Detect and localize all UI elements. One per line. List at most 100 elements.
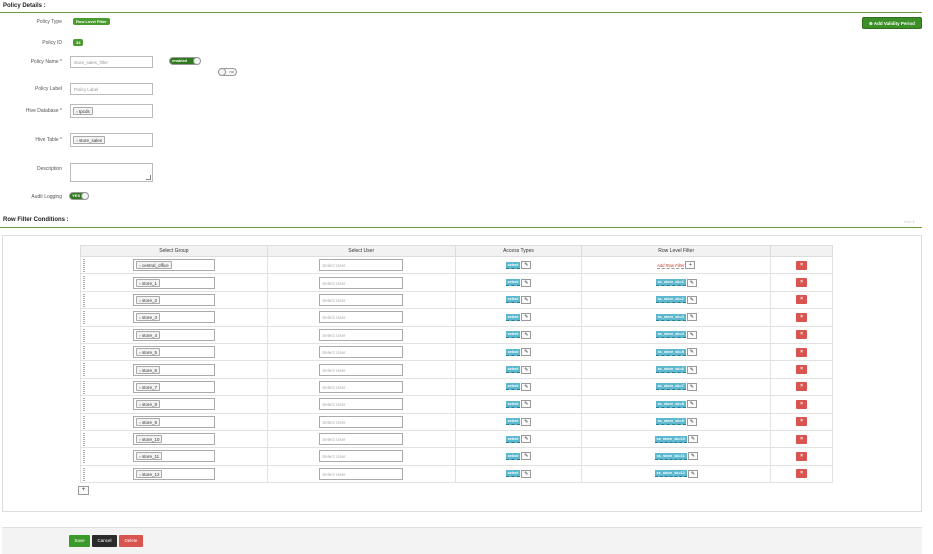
pencil-icon[interactable]: ✎ xyxy=(687,435,698,444)
select-group-input[interactable]: ×store_1 xyxy=(132,276,215,289)
drag-handle-icon[interactable] xyxy=(83,259,85,272)
row-filter-tag[interactable]: ss_store_sk=1 xyxy=(655,279,686,287)
remove-icon[interactable]: × xyxy=(139,473,141,477)
drag-handle-icon[interactable] xyxy=(83,432,85,446)
access-type-tag[interactable]: select xyxy=(505,470,521,478)
remove-icon[interactable]: × xyxy=(139,334,141,338)
delete-row-button[interactable]: × xyxy=(796,347,808,357)
pencil-icon[interactable]: ✎ xyxy=(521,330,532,339)
delete-button[interactable]: Delete xyxy=(119,535,143,547)
access-type-tag[interactable]: select xyxy=(505,452,521,460)
group-chip[interactable]: ×store_10 xyxy=(135,435,163,444)
select-user-input[interactable]: Select User xyxy=(319,398,404,411)
select-user-input[interactable]: Select User xyxy=(319,467,404,480)
pencil-icon[interactable]: ✎ xyxy=(521,261,532,270)
drag-handle-icon[interactable] xyxy=(83,363,85,377)
drag-handle-icon[interactable] xyxy=(83,380,85,394)
hide-link[interactable]: hide ▾ xyxy=(904,219,915,224)
access-type-tag[interactable]: select xyxy=(505,279,521,287)
add-row-button[interactable]: + xyxy=(78,486,89,495)
remove-icon[interactable]: × xyxy=(139,351,141,355)
select-user-input[interactable]: Select User xyxy=(319,276,404,289)
policy-override-toggle[interactable]: no xyxy=(218,68,237,76)
row-filter-tag[interactable]: ss_store_sk=11 xyxy=(654,452,687,460)
pencil-icon[interactable]: ✎ xyxy=(686,348,697,357)
add-row-filter-link[interactable]: Add Row Filter xyxy=(656,262,685,269)
drag-handle-icon[interactable] xyxy=(83,328,85,342)
remove-icon[interactable]: × xyxy=(139,438,141,442)
delete-row-button[interactable]: × xyxy=(796,365,808,375)
select-group-input[interactable]: ×store_7 xyxy=(132,380,215,393)
pencil-icon[interactable]: ✎ xyxy=(521,382,532,391)
drag-handle-icon[interactable] xyxy=(83,467,85,481)
delete-row-button[interactable]: × xyxy=(796,382,808,392)
pencil-icon[interactable]: ✎ xyxy=(687,452,698,461)
pencil-icon[interactable]: ✎ xyxy=(521,452,532,461)
pencil-icon[interactable]: ✎ xyxy=(686,278,697,287)
access-type-tag[interactable]: select xyxy=(505,383,521,391)
drag-handle-icon[interactable] xyxy=(83,345,85,359)
access-type-tag[interactable]: select xyxy=(505,435,521,443)
select-user-input[interactable]: Select User xyxy=(319,380,404,393)
pencil-icon[interactable]: ✎ xyxy=(687,469,698,478)
row-filter-tag[interactable]: ss_store_sk=3 xyxy=(655,313,686,321)
row-filter-tag[interactable]: ss_store_sk=10 xyxy=(654,435,687,443)
group-chip[interactable]: ×store_5 xyxy=(135,348,160,357)
pencil-icon[interactable]: ✎ xyxy=(521,365,532,374)
remove-icon[interactable]: × xyxy=(139,421,141,425)
group-chip[interactable]: ×store_4 xyxy=(135,330,160,339)
table-chip[interactable]: ×store_sales xyxy=(73,136,106,144)
pencil-icon[interactable]: ✎ xyxy=(686,400,697,409)
delete-row-button[interactable]: × xyxy=(796,434,808,444)
drag-handle-icon[interactable] xyxy=(83,311,85,325)
group-chip[interactable]: ×store_3 xyxy=(135,313,160,322)
pencil-icon[interactable]: ✎ xyxy=(686,417,697,426)
delete-row-button[interactable]: × xyxy=(796,260,808,270)
select-user-input[interactable]: Select User xyxy=(319,259,404,272)
cancel-button[interactable]: Cancel xyxy=(92,535,117,547)
row-filter-tag[interactable]: ss_store_sk=2 xyxy=(655,296,686,304)
pencil-icon[interactable]: ✎ xyxy=(521,278,532,287)
remove-icon[interactable]: × xyxy=(139,455,141,459)
delete-row-button[interactable]: × xyxy=(796,417,808,427)
select-user-input[interactable]: Select User xyxy=(319,415,404,428)
delete-row-button[interactable]: × xyxy=(796,312,808,322)
group-chip[interactable]: ×store_9 xyxy=(135,417,160,426)
select-group-input[interactable]: ×store_9 xyxy=(132,415,215,428)
remove-icon[interactable]: × xyxy=(76,139,78,143)
pencil-icon[interactable]: ✎ xyxy=(521,435,532,444)
drag-handle-icon[interactable] xyxy=(83,276,85,290)
select-group-input[interactable]: ×store_5 xyxy=(132,346,215,359)
access-type-tag[interactable]: select xyxy=(505,313,521,321)
select-group-input[interactable]: ×store_8 xyxy=(132,398,215,411)
access-type-tag[interactable]: select xyxy=(505,331,521,339)
pencil-icon[interactable]: ✎ xyxy=(521,348,532,357)
select-group-input[interactable]: ×central_office xyxy=(132,259,215,272)
pencil-icon[interactable]: ✎ xyxy=(521,313,532,322)
drag-handle-icon[interactable] xyxy=(83,415,85,429)
access-type-tag[interactable]: select xyxy=(505,296,521,304)
pencil-icon[interactable]: ✎ xyxy=(686,365,697,374)
pencil-icon[interactable]: ✎ xyxy=(521,469,532,478)
row-filter-tag[interactable]: ss_store_sk=8 xyxy=(655,400,686,408)
policy-enabled-toggle[interactable]: enabled xyxy=(169,57,201,65)
pencil-icon[interactable]: ✎ xyxy=(686,313,697,322)
select-group-input[interactable]: ×store_3 xyxy=(132,311,215,324)
delete-row-button[interactable]: × xyxy=(796,399,808,409)
select-group-input[interactable]: ×store_12 xyxy=(132,467,215,480)
select-group-input[interactable]: ×store_4 xyxy=(132,328,215,341)
remove-icon[interactable]: × xyxy=(139,403,141,407)
remove-icon[interactable]: × xyxy=(139,369,141,373)
policy-name-input[interactable]: store_sales_filter xyxy=(70,56,153,68)
select-user-input[interactable]: Select User xyxy=(319,328,404,341)
drag-handle-icon[interactable] xyxy=(83,293,85,307)
group-chip[interactable]: ×store_6 xyxy=(135,365,160,374)
drag-handle-icon[interactable] xyxy=(83,450,85,464)
group-chip[interactable]: ×store_7 xyxy=(135,382,160,391)
access-type-tag[interactable]: select xyxy=(505,418,521,426)
row-filter-tag[interactable]: ss_store_sk=7 xyxy=(655,383,686,391)
select-user-input[interactable]: Select User xyxy=(319,311,404,324)
resize-handle[interactable] xyxy=(146,175,151,180)
pencil-icon[interactable]: ✎ xyxy=(521,400,532,409)
select-group-input[interactable]: ×store_11 xyxy=(132,450,215,463)
